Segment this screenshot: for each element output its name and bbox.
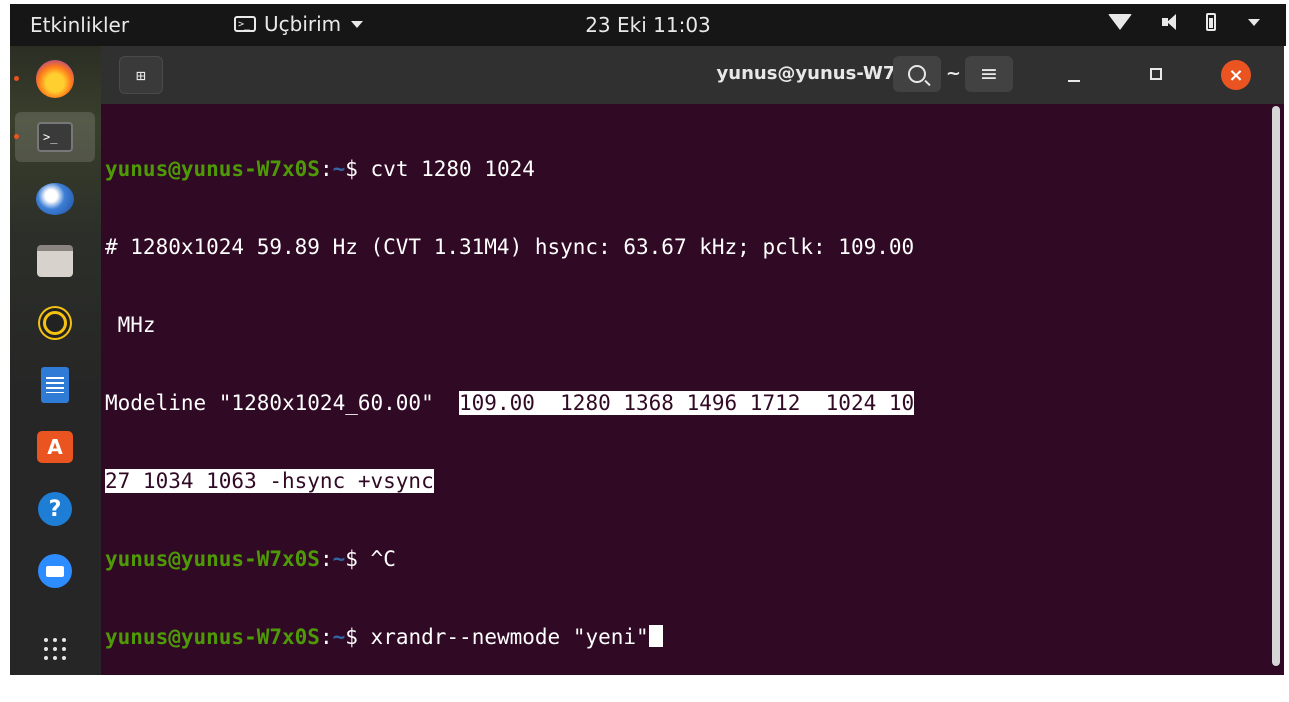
prompt-user: yunus@yunus-W7x0S (105, 157, 320, 181)
search-button[interactable] (893, 56, 941, 92)
prompt-user: yunus@yunus-W7x0S (105, 547, 320, 571)
prompt-end: $ (345, 157, 371, 181)
terminal-line: MHz (105, 312, 1270, 338)
prompt-path: ~ (332, 547, 346, 571)
dock-thunderbird[interactable] (30, 174, 80, 224)
minimize-button[interactable] (1059, 56, 1089, 92)
prompt-separator: : (319, 625, 333, 649)
running-indicator (14, 76, 19, 81)
app-menu-label: Uçbirim (264, 12, 342, 36)
dock-rhythmbox[interactable] (30, 298, 80, 348)
prompt-end: $ (345, 625, 371, 649)
rhythmbox-icon (38, 306, 72, 340)
dock-terminal[interactable]: >_ (14, 112, 95, 162)
output-text: Modeline "1280x1024_60.00" (105, 391, 460, 415)
close-button[interactable]: × (1221, 60, 1251, 90)
maximize-button[interactable] (1141, 56, 1171, 92)
dock-zoom[interactable] (30, 546, 80, 596)
prompt-separator: : (319, 547, 333, 571)
terminal-line: # 1280x1024 59.89 Hz (CVT 1.31M4) hsync:… (105, 234, 1270, 260)
software-center-icon: A (37, 431, 73, 463)
help-icon: ? (38, 492, 72, 526)
system-menu-arrow-icon (1248, 18, 1260, 26)
wifi-icon (1108, 14, 1132, 30)
output-text: MHz (105, 313, 156, 337)
output-text: # 1280x1024 59.89 Hz (CVT 1.31M4) hsync:… (105, 235, 915, 259)
firefox-icon (36, 60, 74, 98)
dock-writer[interactable] (30, 360, 80, 410)
battery-icon (1206, 13, 1216, 31)
chevron-down-icon (351, 20, 364, 28)
show-applications-button[interactable] (30, 624, 80, 674)
terminal-window: ⊞ yunus@yunus-W7x0S: ~ ≡ × yunus@yunus-W… (101, 46, 1284, 675)
terminal-icon: >_ (37, 122, 73, 152)
terminal-line: yunus@yunus-W7x0S:~$ xrandr--newmode "ye… (105, 624, 1270, 650)
thunderbird-icon (36, 183, 74, 215)
files-icon (37, 245, 73, 277)
menu-button[interactable]: ≡ (965, 56, 1013, 92)
speaker-icon (1162, 14, 1176, 30)
prompt-path: ~ (332, 625, 346, 649)
activities-button[interactable]: Etkinlikler (30, 13, 129, 37)
top-bar: Etkinlikler >_ Uçbirim 23 Eki 11:03 (10, 4, 1286, 46)
dock-firefox[interactable] (14, 54, 80, 104)
prompt-user: yunus@yunus-W7x0S (105, 625, 320, 649)
command-text: ^C (370, 547, 396, 571)
writer-icon (41, 367, 69, 403)
hamburger-icon: ≡ (979, 61, 999, 87)
command-text: cvt 1280 1024 (370, 157, 535, 181)
terminal-line: yunus@yunus-W7x0S:~$ ^C (105, 546, 1270, 572)
terminal-line: yunus@yunus-W7x0S:~$ cvt 1280 1024 (105, 156, 1270, 182)
terminal-line: Modeline "1280x1024_60.00" 109.00 1280 1… (105, 390, 1270, 416)
app-menu[interactable]: >_ Uçbirim (234, 12, 364, 36)
dock: >_ A ? (10, 46, 101, 675)
terminal-output[interactable]: yunus@yunus-W7x0S:~$ cvt 1280 1024 # 128… (105, 104, 1270, 702)
terminal-app-icon: >_ (234, 16, 256, 32)
window-title: yunus@yunus-W7x0S: ~ (716, 63, 961, 84)
scrollbar[interactable] (1272, 106, 1280, 666)
close-icon: × (1228, 64, 1244, 86)
prompt-end: $ (345, 547, 371, 571)
terminal-line: 27 1034 1063 -hsync +vsync (105, 468, 1270, 494)
system-menu[interactable] (1108, 13, 1260, 31)
prompt-separator: : (319, 157, 333, 181)
window-header: ⊞ yunus@yunus-W7x0S: ~ ≡ × (101, 46, 1284, 104)
zoom-icon (38, 554, 72, 588)
text-cursor (648, 625, 663, 647)
prompt-path: ~ (332, 157, 346, 181)
selected-text: 27 1034 1063 -hsync +vsync (105, 469, 434, 493)
app-grid-icon (44, 638, 66, 660)
dock-files[interactable] (30, 236, 80, 286)
running-indicator (14, 134, 19, 139)
command-input[interactable]: xrandr--newmode "yeni" (371, 625, 649, 649)
clock[interactable]: 23 Eki 11:03 (10, 13, 1286, 37)
selected-text: 109.00 1280 1368 1496 1712 1024 10 (459, 391, 915, 415)
search-icon (908, 65, 926, 83)
dock-software[interactable]: A (30, 422, 80, 472)
dock-help[interactable]: ? (30, 484, 80, 534)
